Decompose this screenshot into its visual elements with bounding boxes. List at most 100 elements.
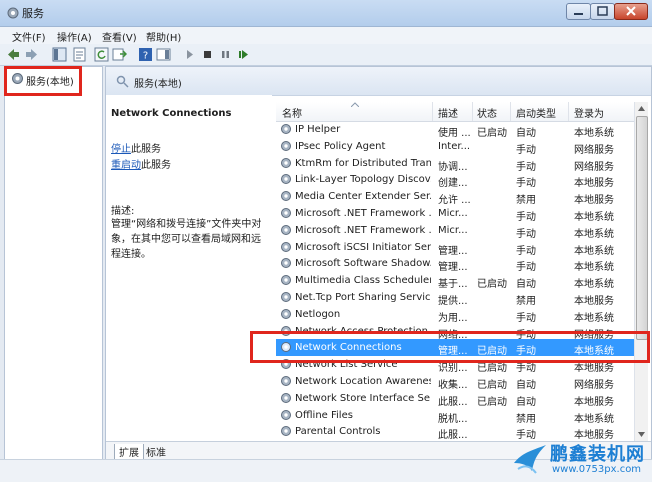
services-gear-icon	[7, 7, 19, 19]
column-divider[interactable]	[432, 102, 433, 121]
column-header-description[interactable]: 描述	[438, 105, 458, 120]
column-header-startup-type[interactable]: 启动类型	[516, 105, 556, 120]
minimize-button[interactable]	[566, 3, 591, 20]
table-row[interactable]: Microsoft .NET Framework ... Micr... 手动 本地系…	[276, 205, 634, 223]
cell-startup-type: 禁用	[516, 296, 536, 307]
service-gear-icon	[281, 174, 291, 185]
menu-help[interactable]: 帮助(H)	[146, 29, 181, 44]
table-row[interactable]: Netlogon 为用... 手动 本地系统	[276, 306, 634, 324]
highlight-box-tree	[4, 66, 82, 96]
table-row[interactable]: Link-Layer Topology Discov... 创建... 手动 本地服务	[276, 171, 634, 190]
panel-header: 服务(本地)	[106, 67, 651, 96]
cell-description: Micr...	[438, 224, 468, 236]
tab-standard[interactable]: 标准	[142, 444, 170, 459]
cell-name: Link-Layer Topology Discov...	[295, 174, 431, 186]
cell-name: Offline Files	[295, 409, 353, 421]
cell-logon-as: 本地服务	[574, 178, 614, 190]
pause-service-icon[interactable]	[218, 47, 233, 62]
cell-logon-as: 本地服务	[574, 396, 614, 408]
table-row[interactable]: Microsoft Software Shadow... 管理... 手动 本地系统	[276, 255, 634, 274]
table-row[interactable]: IPsec Policy Agent Inter... 手动 网络服务	[276, 138, 634, 156]
cell-logon-as: 网络服务	[574, 161, 614, 173]
cell-description: Inter...	[438, 140, 471, 152]
cell-description: 允许 ...	[438, 195, 471, 207]
cell-startup-type: 自动	[516, 128, 536, 139]
show-hide-tree-icon[interactable]	[52, 47, 67, 62]
forward-arrow-icon[interactable]	[24, 47, 39, 62]
cell-description: Micr...	[438, 208, 468, 219]
cell-description: 提供...	[438, 296, 468, 307]
service-gear-icon	[281, 208, 291, 218]
maximize-button[interactable]	[590, 3, 615, 20]
cell-name: Netlogon	[295, 308, 341, 320]
table-row[interactable]: Net.Tcp Port Sharing Service 提供... 禁用 本地服务	[276, 289, 634, 307]
menu-file[interactable]: 文件(F)	[12, 29, 46, 44]
vertical-scrollbar[interactable]	[634, 102, 648, 442]
table-row[interactable]: Microsoft .NET Framework ... Micr... 手动 本地系…	[276, 222, 634, 240]
cell-name: Microsoft Software Shadow...	[295, 258, 431, 270]
refresh-icon[interactable]	[94, 47, 109, 62]
cell-startup-type: 自动	[516, 380, 536, 391]
cell-logon-as: 网络服务	[574, 380, 614, 391]
description-label: 描述:	[111, 206, 135, 217]
back-arrow-icon[interactable]	[6, 47, 21, 62]
cell-logon-as: 本地系统	[574, 279, 614, 291]
window-title: 服务	[22, 7, 44, 20]
restart-service-icon[interactable]	[236, 47, 251, 62]
menu-action[interactable]: 操作(A)	[57, 29, 92, 44]
cell-name: Microsoft iSCSI Initiator Ser...	[295, 241, 431, 253]
cell-logon-as: 本地系统	[574, 228, 614, 240]
table-row[interactable]: Multimedia Class Scheduler 基于... 已启动 自动 本地系统	[276, 272, 634, 291]
restart-service-link[interactable]: 重启动	[111, 160, 141, 171]
cell-status: 已启动	[477, 380, 507, 391]
cell-logon-as: 本地系统	[574, 413, 614, 425]
scroll-up-arrow-icon[interactable]	[638, 106, 645, 111]
table-row[interactable]: Network Location Awareness 收集... 已启动 自动 网络服务	[276, 373, 634, 391]
action-pane-icon[interactable]	[156, 47, 171, 62]
export-list-icon[interactable]	[112, 47, 127, 62]
cell-name: Net.Tcp Port Sharing Service	[295, 292, 431, 303]
tab-extended[interactable]: 扩展	[114, 444, 144, 460]
column-header-status[interactable]: 状态	[477, 105, 497, 120]
cell-logon-as: 本地系统	[574, 212, 614, 223]
cell-name: Network Location Awareness	[295, 376, 431, 387]
column-divider[interactable]	[568, 102, 569, 121]
cell-logon-as: 本地系统	[574, 245, 614, 257]
cell-description: 管理...	[438, 245, 468, 257]
service-gear-icon	[281, 258, 291, 269]
cell-description: 基于...	[438, 279, 468, 291]
cell-startup-type: 手动	[516, 212, 536, 223]
cell-description: 为用...	[438, 312, 468, 324]
cell-description: 管理...	[438, 262, 468, 274]
properties-sheet-icon[interactable]	[72, 47, 87, 62]
table-row[interactable]: Microsoft iSCSI Initiator Ser... 管理... 手动 本…	[276, 239, 634, 257]
column-divider[interactable]	[472, 102, 473, 121]
cell-startup-type: 手动	[516, 161, 536, 173]
description-text: 管理“网络和拨号连接”文件夹中对象，在其中您可以查看局域网和远程连接。	[111, 219, 262, 260]
service-gear-icon	[281, 241, 291, 252]
title-bar: 服务	[0, 0, 652, 27]
scroll-thumb[interactable]	[636, 116, 648, 340]
cell-logon-as: 本地系统	[574, 262, 614, 274]
column-header-logon-as[interactable]: 登录为	[574, 105, 604, 120]
cell-name: IP Helper	[295, 124, 341, 135]
stop-service-link[interactable]: 停止	[111, 144, 131, 155]
table-row[interactable]: Media Center Extender Ser... 允许 ... 禁用 本地服务	[276, 188, 634, 207]
table-row[interactable]: KtmRm for Distributed Tran... 协调... 手动 网络服务	[276, 155, 634, 173]
column-divider[interactable]	[510, 102, 511, 121]
close-button[interactable]	[614, 3, 648, 20]
cell-startup-type: 手动	[516, 312, 536, 324]
menu-view[interactable]: 查看(V)	[102, 29, 137, 44]
help-icon[interactable]: ?	[138, 47, 153, 62]
column-header-name[interactable]: 名称	[282, 105, 302, 120]
table-row[interactable]: IP Helper 使用 ... 已启动 自动 本地系统	[276, 121, 634, 139]
cell-description: 收集...	[438, 380, 468, 391]
table-row[interactable]: Offline Files 脱机... 禁用 本地系统	[276, 407, 634, 425]
table-row[interactable]: Network Store Interface Se... 此服... 已启动 自动 本…	[276, 390, 634, 408]
description-pane: Network Connections 停止此服务 重启动此服务 描述: 管理“…	[106, 95, 272, 441]
cell-name: Microsoft .NET Framework ...	[295, 208, 431, 219]
start-service-icon[interactable]	[182, 47, 197, 62]
stop-service-icon[interactable]	[200, 47, 215, 62]
stop-service-suffix: 此服务	[131, 144, 161, 155]
cell-description: 此服...	[438, 430, 468, 442]
